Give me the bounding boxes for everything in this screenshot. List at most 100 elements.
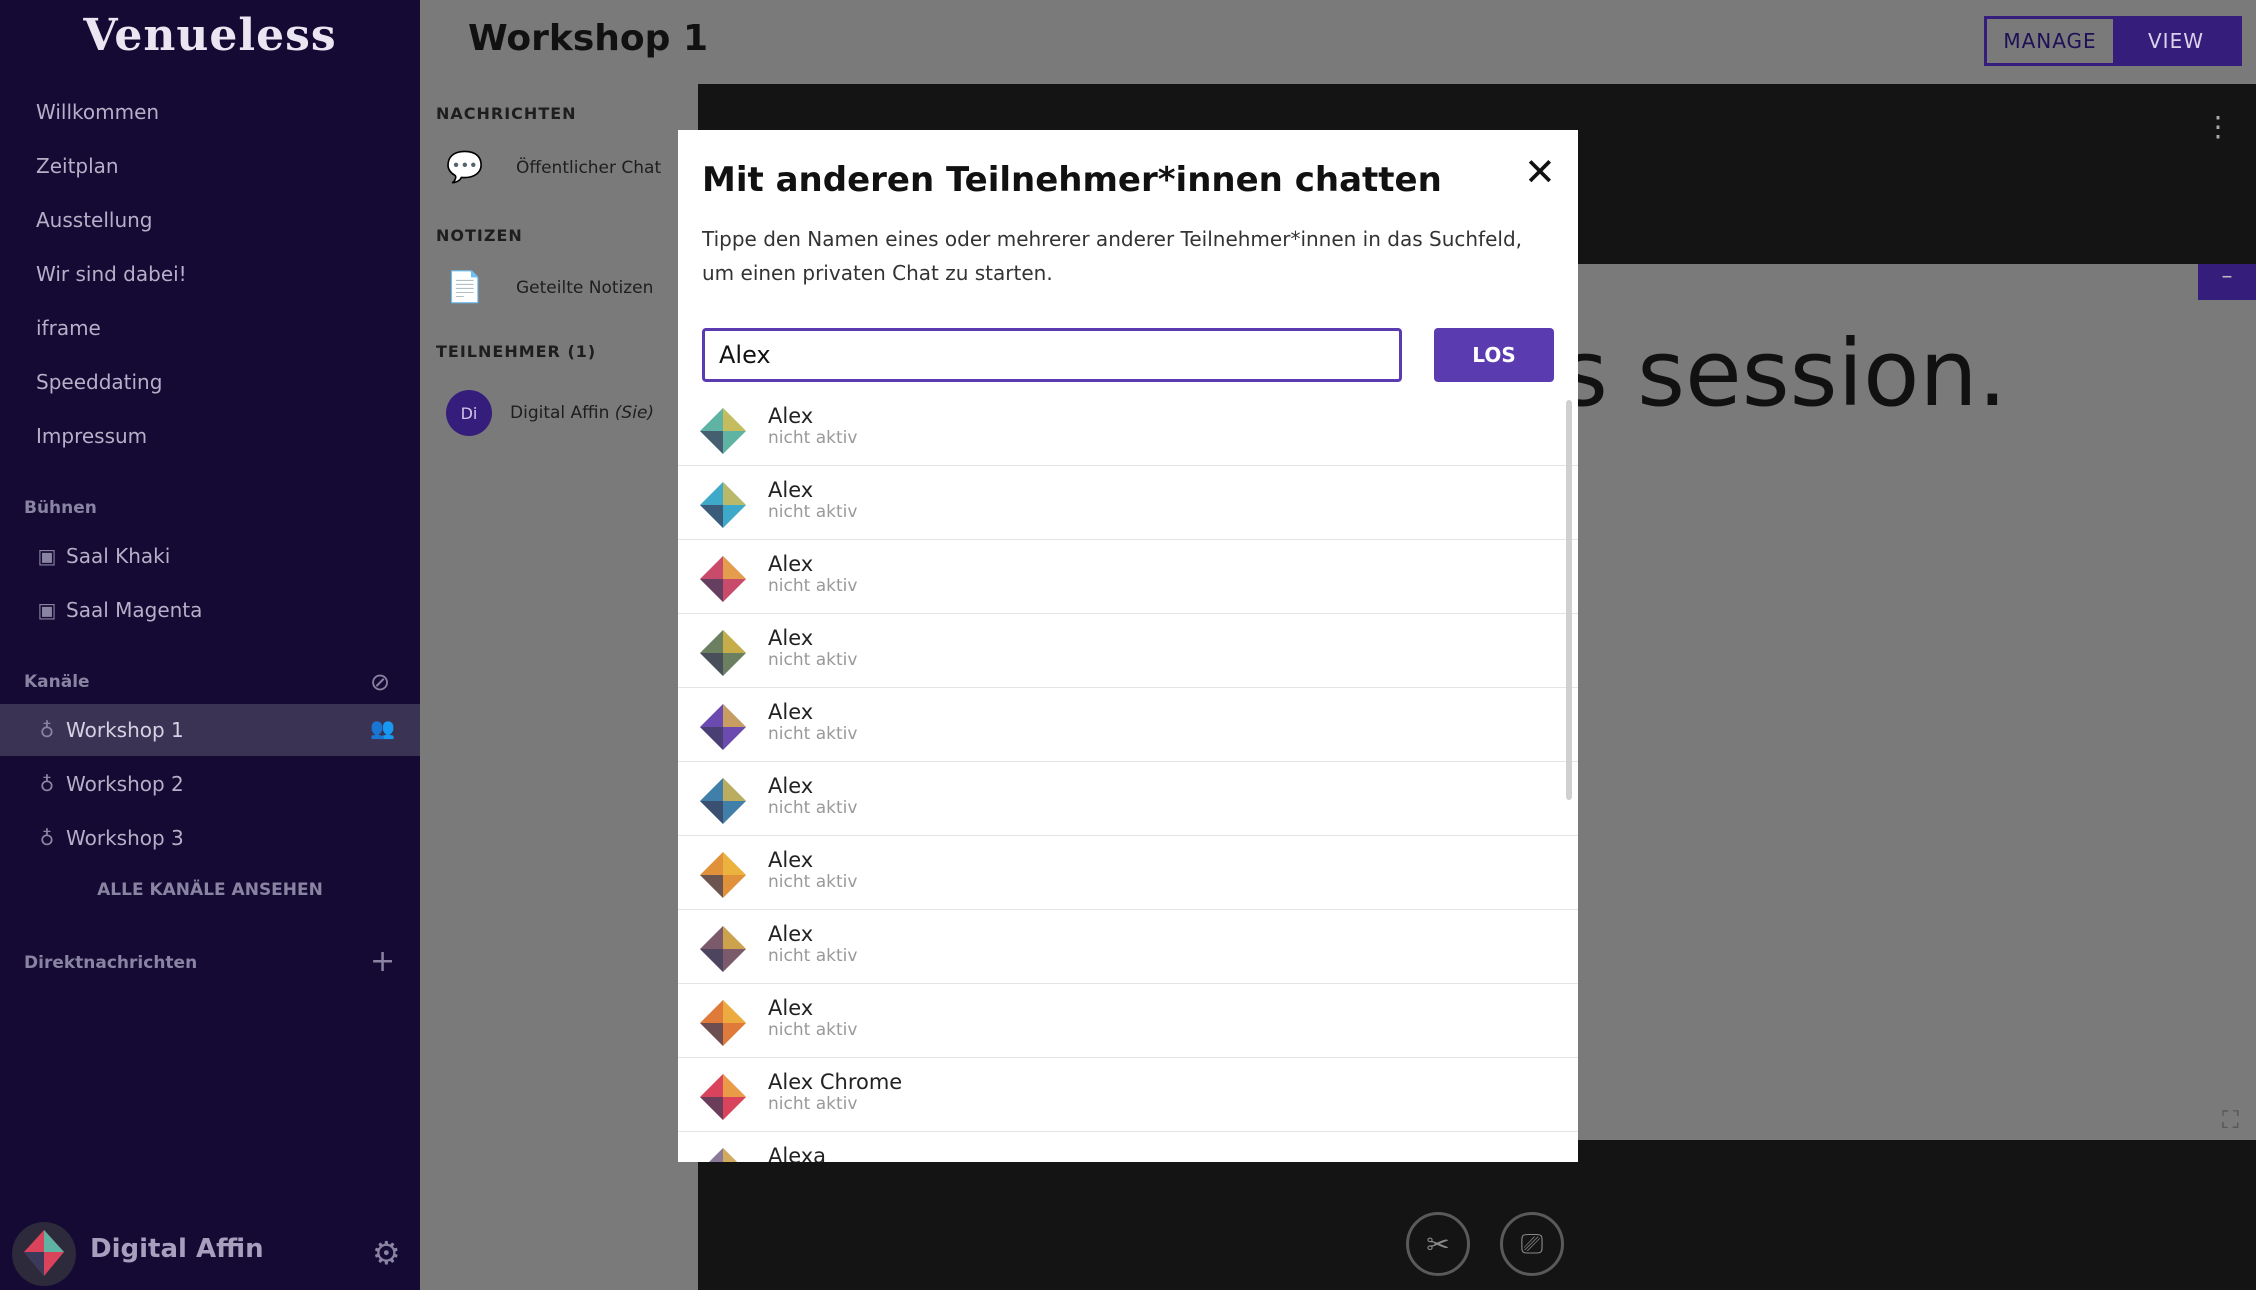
result-name: Alex bbox=[768, 404, 814, 428]
result-name: Alex bbox=[768, 552, 814, 576]
dm-dialog: Mit anderen Teilnehmer*innen chatten ✕ T… bbox=[678, 130, 1578, 1162]
result-row[interactable]: Alex nicht aktiv bbox=[678, 836, 1578, 910]
stage-label: Saal Khaki bbox=[66, 544, 171, 568]
sidebar: Venueless Willkommen Zeitplan Ausstellun… bbox=[0, 0, 420, 1290]
result-name: Alex bbox=[768, 478, 814, 502]
camera-off-button[interactable]: ⎚ bbox=[1500, 1212, 1564, 1276]
result-row[interactable]: Alex nicht aktiv bbox=[678, 984, 1578, 1058]
page-title: Workshop 1 bbox=[468, 18, 708, 59]
user-search-input[interactable] bbox=[702, 328, 1402, 382]
result-status: nicht aktiv bbox=[768, 1020, 858, 1040]
result-status: nicht aktiv bbox=[768, 502, 858, 522]
result-status: nicht aktiv bbox=[768, 650, 858, 670]
shared-notes-item[interactable]: 📄 Geteilte Notizen bbox=[446, 270, 653, 305]
stage-label: Saal Magenta bbox=[66, 598, 203, 622]
user-avatar-icon bbox=[700, 1074, 746, 1120]
nav-zeitplan[interactable]: Zeitplan bbox=[36, 154, 119, 178]
result-status: nicht aktiv bbox=[768, 576, 858, 596]
result-name: Alex Chrome bbox=[768, 1070, 903, 1094]
dialog-title: Mit anderen Teilnehmer*innen chatten bbox=[702, 160, 1442, 200]
participants-header: TEILNEHMER (1) bbox=[436, 342, 597, 361]
channels-header: Kanäle bbox=[24, 672, 90, 692]
compass-icon[interactable]: ⊘ bbox=[370, 668, 390, 696]
result-row[interactable]: Alex Chrome nicht aktiv bbox=[678, 1058, 1578, 1132]
result-row[interactable]: Alex nicht aktiv bbox=[678, 688, 1578, 762]
notes-header: NOTIZEN bbox=[436, 226, 523, 245]
stage-saal-khaki[interactable]: ▣ Saal Khaki bbox=[36, 544, 171, 568]
result-name: Alex bbox=[768, 700, 814, 724]
participants-icon[interactable]: 👥 bbox=[370, 716, 395, 740]
view-button[interactable]: VIEW bbox=[2113, 19, 2239, 63]
gear-icon[interactable]: ⚙ bbox=[372, 1234, 401, 1272]
result-name: Alex bbox=[768, 774, 814, 798]
manage-button[interactable]: MANAGE bbox=[1987, 19, 2113, 63]
result-status: nicht aktiv bbox=[768, 1094, 858, 1114]
go-button[interactable]: LOS bbox=[1434, 328, 1554, 382]
user-avatar-icon bbox=[700, 704, 746, 750]
user-name[interactable]: Digital Affin bbox=[90, 1234, 264, 1264]
fullscreen-icon[interactable]: ⛶ bbox=[2222, 1106, 2239, 1134]
direct-messages-header: Direktnachrichten bbox=[24, 953, 198, 973]
user-avatar-icon bbox=[709, 1148, 737, 1162]
nav-iframe[interactable]: iframe bbox=[36, 316, 101, 340]
dialog-description: Tippe den Namen eines oder mehrerer ande… bbox=[702, 227, 1522, 285]
user-avatar-icon bbox=[700, 852, 746, 898]
user-avatar-icon bbox=[700, 926, 746, 972]
result-row[interactable]: Alex nicht aktiv bbox=[678, 540, 1578, 614]
result-name: Alex bbox=[768, 996, 814, 1020]
nav-willkommen[interactable]: Willkommen bbox=[36, 100, 159, 124]
chat-bubble-icon: 💬 bbox=[446, 150, 484, 185]
result-row[interactable]: Alexa bbox=[678, 1132, 1578, 1162]
participant-item[interactable]: Di Digital Affin (Sie) bbox=[446, 390, 654, 436]
participant-name: Digital Affin bbox=[510, 403, 610, 423]
stage-saal-magenta[interactable]: ▣ Saal Magenta bbox=[36, 598, 203, 622]
nav-speeddating[interactable]: Speeddating bbox=[36, 370, 162, 394]
close-icon[interactable]: ✕ bbox=[1524, 150, 1556, 194]
public-chat-item[interactable]: 💬 Öffentlicher Chat bbox=[446, 150, 661, 185]
all-channels-link[interactable]: ALLE KANÄLE ANSEHEN bbox=[0, 880, 420, 900]
result-row[interactable]: Alex nicht aktiv bbox=[678, 392, 1578, 466]
nav-impressum[interactable]: Impressum bbox=[36, 424, 147, 448]
channel-workshop-1[interactable]: ♁ Workshop 1 bbox=[36, 718, 184, 742]
result-name: Alexa bbox=[768, 1144, 827, 1162]
channel-icon: ♁ bbox=[39, 772, 55, 796]
participant-avatar: Di bbox=[446, 390, 492, 436]
user-avatar-icon bbox=[700, 556, 746, 602]
result-row[interactable]: Alex nicht aktiv bbox=[678, 910, 1578, 984]
slide-text: s session. bbox=[1560, 320, 2007, 427]
result-name: Alex bbox=[768, 922, 814, 946]
result-row[interactable]: Alex nicht aktiv bbox=[678, 762, 1578, 836]
channel-label: Workshop 2 bbox=[66, 772, 184, 796]
result-status: nicht aktiv bbox=[768, 798, 858, 818]
channel-workshop-2[interactable]: ♁ Workshop 2 bbox=[36, 772, 184, 796]
public-chat-label: Öffentlicher Chat bbox=[516, 157, 662, 178]
result-row[interactable]: Alex nicht aktiv bbox=[678, 614, 1578, 688]
user-avatar-icon bbox=[700, 630, 746, 676]
mute-microphone-button[interactable]: ✂ bbox=[1406, 1212, 1470, 1276]
stage-icon: ▣ bbox=[37, 598, 57, 622]
user-avatar-icon bbox=[700, 482, 746, 528]
result-row[interactable]: Alex nicht aktiv bbox=[678, 466, 1578, 540]
user-avatar-icon bbox=[700, 408, 746, 454]
document-icon: 📄 bbox=[446, 270, 484, 305]
user-bar: Digital Affin ⚙ bbox=[0, 1204, 420, 1290]
nav-wir-sind-dabei[interactable]: Wir sind dabei! bbox=[36, 262, 187, 286]
user-avatar-icon bbox=[700, 778, 746, 824]
user-avatar[interactable] bbox=[12, 1222, 76, 1286]
search-results-list: Alex nicht aktiv Alex nicht aktiv Alex nicht … bbox=[678, 392, 1578, 1162]
results-scrollbar[interactable] bbox=[1566, 400, 1572, 800]
venueless-logo[interactable]: Venueless bbox=[0, 10, 420, 61]
channel-side-panel: NACHRICHTEN 💬 Öffentlicher Chat NOTIZEN 📄… bbox=[420, 84, 698, 1290]
add-dm-icon[interactable]: + bbox=[370, 944, 395, 979]
channel-workshop-3[interactable]: ♁ Workshop 3 bbox=[36, 826, 184, 850]
more-options-icon[interactable]: ⋮ bbox=[2204, 110, 2232, 143]
stages-header: Bühnen bbox=[24, 498, 97, 518]
messages-header: NACHRICHTEN bbox=[436, 104, 577, 123]
avatar-pattern-icon bbox=[24, 1230, 64, 1276]
shared-notes-label: Geteilte Notizen bbox=[516, 277, 654, 298]
result-status: nicht aktiv bbox=[768, 724, 858, 744]
stage-icon: ▣ bbox=[37, 544, 57, 568]
result-status: nicht aktiv bbox=[768, 946, 858, 966]
nav-ausstellung[interactable]: Ausstellung bbox=[36, 208, 153, 232]
slide-collapse-button[interactable]: – bbox=[2198, 264, 2256, 300]
